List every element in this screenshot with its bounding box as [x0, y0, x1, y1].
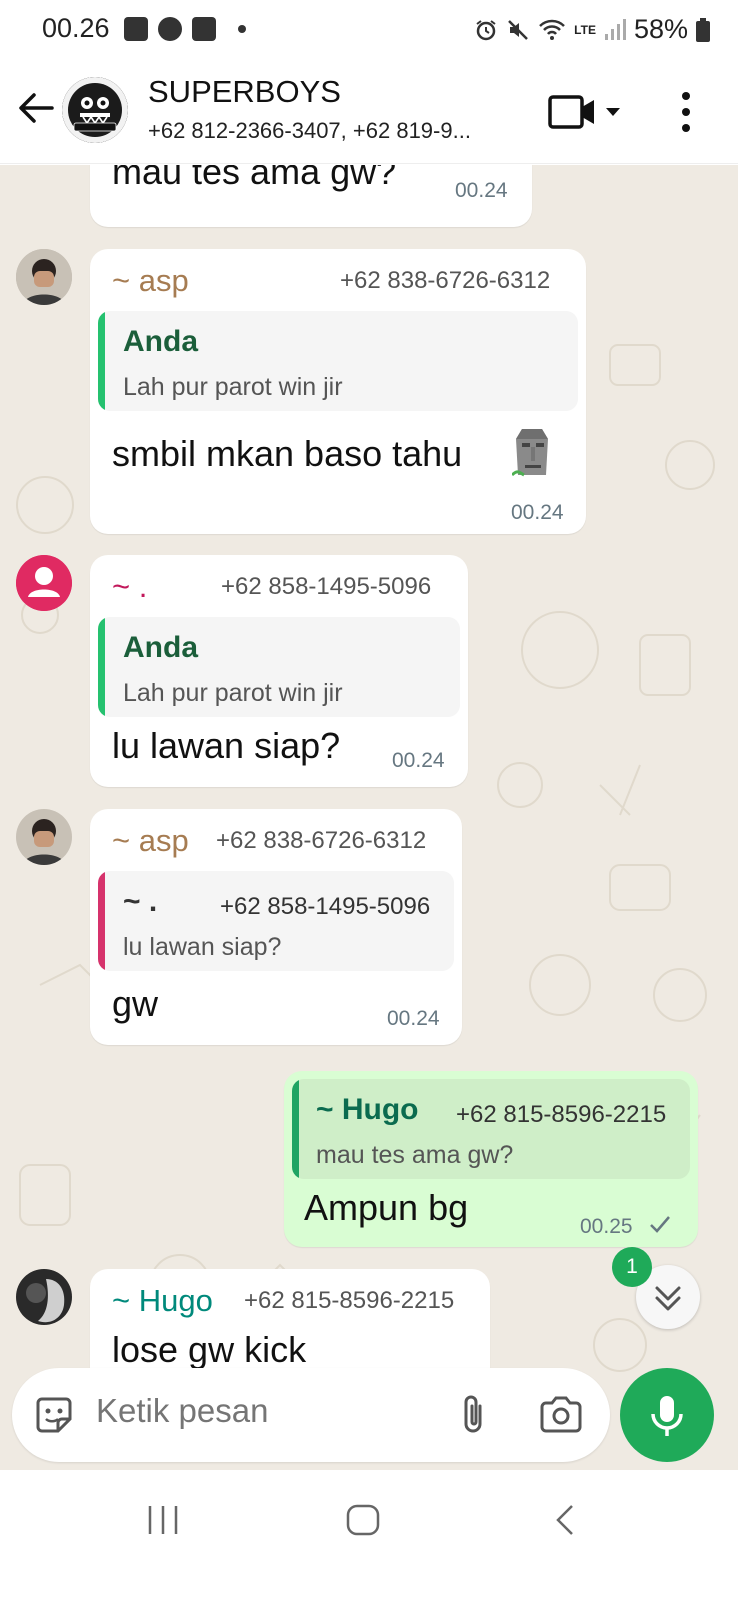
- avatar-asp[interactable]: [16, 809, 72, 865]
- signal-icon: [604, 18, 626, 40]
- message-text: mau tes ama gw?: [112, 165, 397, 192]
- battery-percent: 58%: [633, 14, 688, 44]
- quote-bar: [292, 1079, 299, 1179]
- sender-name[interactable]: ~ Hugo: [112, 1283, 213, 1319]
- back-nav-icon[interactable]: [552, 1502, 578, 1538]
- quote-author: Anda: [123, 325, 198, 358]
- quote-phone: +62 815-8596-2215: [456, 1101, 667, 1128]
- quote-text: mau tes ama gw?: [316, 1141, 514, 1169]
- message-text: gw: [112, 983, 159, 1024]
- unread-count-badge[interactable]: 1: [612, 1247, 652, 1287]
- message-time: 00.24: [511, 501, 564, 524]
- quote-bar: [98, 311, 105, 411]
- quoted-message[interactable]: Anda Lah pur parot win jir: [98, 311, 578, 411]
- avatar-hugo[interactable]: [16, 1269, 72, 1325]
- checkbox-icon: [192, 17, 216, 41]
- quoted-message[interactable]: ~ Hugo +62 815-8596-2215 mau tes ama gw?: [292, 1079, 690, 1179]
- sticker-icon[interactable]: [32, 1393, 76, 1437]
- sender-name[interactable]: ~ .: [112, 569, 147, 605]
- message-text: smbil mkan baso tahu: [112, 433, 463, 474]
- battery-icon: [696, 17, 710, 42]
- quote-text: lu lawan siap?: [123, 933, 282, 961]
- sender-name[interactable]: ~ asp: [112, 823, 189, 859]
- quote-bar: [98, 871, 105, 971]
- message-input[interactable]: [96, 1392, 436, 1430]
- quote-author: ~ Hugo: [316, 1093, 419, 1126]
- outgoing-message-bubble[interactable]: ~ Hugo +62 815-8596-2215 mau tes ama gw?…: [284, 1071, 698, 1247]
- group-avatar[interactable]: [62, 77, 128, 143]
- quote-text: Lah pur parot win jir: [123, 679, 343, 707]
- status-time: 00.26: [42, 13, 110, 43]
- message-bubble[interactable]: ~ . +62 858-1495-5096 Anda Lah pur parot…: [90, 555, 468, 787]
- chat-area[interactable]: mau tes ama gw? 00.24 ~ asp +62 838-6726…: [0, 165, 738, 1470]
- superboys-logo: [62, 77, 128, 143]
- paperclip-icon[interactable]: [454, 1392, 494, 1438]
- sender-phone: +62 858-1495-5096: [221, 573, 432, 600]
- avatar-default[interactable]: [16, 555, 72, 611]
- message-bubble[interactable]: mau tes ama gw? 00.24: [90, 165, 532, 227]
- message-time: 00.24: [387, 1007, 440, 1030]
- quoted-message[interactable]: ~ . +62 858-1495-5096 lu lawan siap?: [98, 871, 454, 971]
- quote-bar: [98, 617, 105, 717]
- message-text: Ampun bg: [304, 1187, 469, 1228]
- quote-phone: +62 858-1495-5096: [220, 893, 431, 920]
- more-vertical-icon[interactable]: [676, 90, 696, 134]
- message-text: lose gw kick: [112, 1329, 307, 1370]
- avatar-asp[interactable]: [16, 249, 72, 305]
- quote-author: Anda: [123, 631, 198, 664]
- group-participants[interactable]: +62 812-2366-3407, +62 819-9...: [148, 118, 518, 144]
- chat-header: SUPERBOYS +62 812-2366-3407, +62 819-9..…: [0, 60, 738, 164]
- sender-name[interactable]: ~ asp: [112, 263, 189, 299]
- arrow-left-icon[interactable]: [14, 86, 58, 130]
- quote-text: Lah pur parot win jir: [123, 373, 343, 401]
- message-time: 00.24: [455, 179, 508, 202]
- recent-apps-icon[interactable]: [146, 1502, 180, 1538]
- microphone-button[interactable]: [620, 1368, 714, 1462]
- status-bar: 00.26 LTE 58%: [0, 0, 738, 60]
- gallery-icon: [124, 17, 148, 41]
- quoted-message[interactable]: Anda Lah pur parot win jir: [98, 617, 460, 717]
- status-right: LTE 58%: [474, 14, 710, 45]
- mute-icon: [508, 19, 529, 40]
- home-icon[interactable]: [346, 1502, 380, 1538]
- group-name[interactable]: SUPERBOYS: [148, 74, 341, 110]
- quote-author: ~ .: [123, 885, 158, 918]
- video-camera-icon[interactable]: [548, 92, 628, 132]
- notification-icons: [124, 17, 246, 41]
- sender-phone: +62 838-6726-6312: [216, 827, 427, 854]
- sender-phone: +62 838-6726-6312: [340, 267, 551, 294]
- message-text: lu lawan siap?: [112, 725, 341, 766]
- moai-emoji-icon: [512, 429, 548, 477]
- volte-label: LTE: [574, 22, 596, 37]
- wifi-icon: [539, 19, 566, 40]
- microphone-icon: [651, 1396, 683, 1436]
- sender-phone: +62 815-8596-2215: [244, 1287, 455, 1314]
- message-bubble[interactable]: ~ asp +62 838-6726-6312 Anda Lah pur par…: [90, 249, 586, 534]
- alarm-icon: [476, 19, 496, 40]
- system-navigation-bar: [0, 1470, 738, 1600]
- message-time: 00.25: [580, 1215, 633, 1238]
- facebook-icon: [158, 17, 182, 41]
- camera-icon[interactable]: [538, 1393, 584, 1437]
- more-notifications-dot: [238, 25, 246, 33]
- message-composer[interactable]: [12, 1368, 610, 1462]
- message-time: 00.24: [392, 749, 445, 772]
- check-icon: [650, 1216, 670, 1233]
- message-bubble[interactable]: ~ asp +62 838-6726-6312 ~ . +62 858-1495…: [90, 809, 462, 1045]
